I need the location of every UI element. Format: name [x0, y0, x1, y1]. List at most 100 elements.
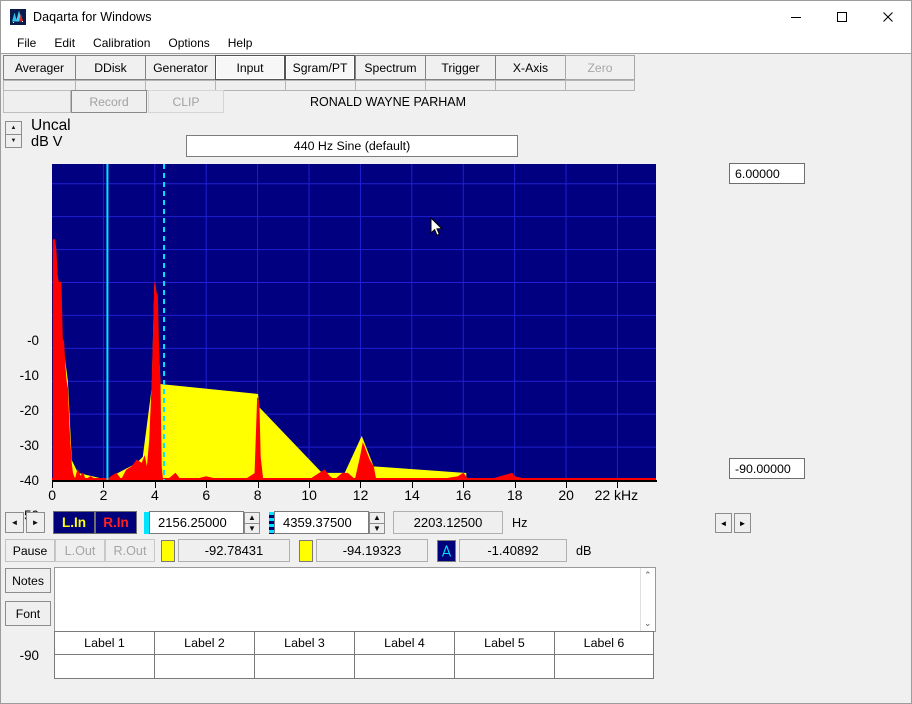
cursor-b-up-icon[interactable]: ▲ — [369, 512, 385, 523]
maximize-icon[interactable] — [819, 1, 865, 32]
cursor-b-frequency-input[interactable]: 4359.37500 — [274, 511, 369, 534]
font-button[interactable]: Font — [5, 601, 51, 626]
y-tick-label: -10 — [20, 369, 39, 382]
window-controls — [773, 1, 911, 32]
cursor-next-icon[interactable]: ► — [26, 512, 45, 533]
status-blank-field[interactable] — [3, 90, 71, 113]
delta-amplitude-value: -1.40892 — [459, 539, 567, 562]
cursor-readout-row-freq: ◄ ► L.In R.In 2156.25000 ▲ ▼ 4359.37500 … — [5, 511, 527, 535]
cursor-b-amp-marker-icon — [299, 540, 313, 562]
menu-item-calibration[interactable]: Calibration — [85, 34, 158, 52]
label-value-6[interactable] — [554, 655, 654, 679]
label-value-2[interactable] — [154, 655, 254, 679]
cursor-a-up-icon[interactable]: ▲ — [244, 512, 260, 523]
record-row: Record CLIP RONALD WAYNE PARHAM — [3, 90, 909, 114]
tab-sgram-pt[interactable]: Sgram/PT — [285, 55, 355, 80]
label-value-4[interactable] — [354, 655, 454, 679]
y-axis-min-input[interactable]: -90.00000 — [729, 458, 805, 479]
registered-user: RONALD WAYNE PARHAM — [228, 90, 548, 113]
label-grid: Label 1 Label 2 Label 3 Label 4 Label 5 … — [54, 631, 654, 679]
label-header-row: Label 1 Label 2 Label 3 Label 4 Label 5 … — [54, 631, 654, 655]
tab-input[interactable]: Input — [215, 55, 285, 80]
scroll-up-icon[interactable]: ⌃ — [644, 570, 652, 581]
cursor-a-amplitude-value: -92.78431 — [178, 539, 290, 562]
y-tick-label: -0 — [27, 334, 39, 347]
scroll-down-icon[interactable]: ⌄ — [644, 618, 652, 629]
generator-title-field[interactable]: 440 Hz Sine (default) — [186, 135, 518, 157]
x-tick-label: 12 — [353, 487, 369, 503]
calibration-line1: Uncal — [31, 118, 71, 135]
tab-strip: Averager DDisk Generator Input Sgram/PT … — [1, 53, 911, 91]
cursor-readout-row-amp: Pause L.Out R.Out -92.78431 -94.19323 -1… — [5, 539, 591, 563]
tab-x-axis[interactable]: X-Axis — [495, 55, 565, 80]
y-axis: -0 -10 -20 -30 -40 -50 -60 -70 -80 -90 — [1, 164, 49, 484]
cursor-b-down-icon[interactable]: ▼ — [369, 523, 385, 534]
pan-left-icon[interactable]: ◄ — [715, 513, 732, 533]
cursor-b-stepper[interactable]: ▲ ▼ — [369, 512, 385, 534]
channel-right-in-button[interactable]: R.In — [95, 511, 137, 534]
spectrum-plot[interactable] — [52, 164, 656, 480]
y-axis-max-input[interactable]: 6.00000 — [729, 163, 805, 184]
label-value-5[interactable] — [454, 655, 554, 679]
y-tick-label: -30 — [20, 439, 39, 452]
label-value-3[interactable] — [254, 655, 354, 679]
menu-item-options[interactable]: Options — [160, 34, 217, 52]
tab-spectrum[interactable]: Spectrum — [355, 55, 425, 80]
label-value-1[interactable] — [54, 655, 154, 679]
record-button[interactable]: Record — [71, 90, 147, 113]
tab-generator[interactable]: Generator — [145, 55, 215, 80]
channel-left-in-button[interactable]: L.In — [53, 511, 95, 534]
cursor-a-stepper[interactable]: ▲ ▼ — [244, 512, 260, 534]
tab-row: Averager DDisk Generator Input Sgram/PT … — [3, 55, 635, 80]
calibration-stepper[interactable]: ▲ ▼ — [5, 121, 22, 148]
cursor-a-frequency-input[interactable]: 2156.25000 — [149, 511, 244, 534]
y-tick-label: -90 — [20, 649, 39, 662]
tab-ddisk[interactable]: DDisk — [75, 55, 145, 80]
tab-trigger[interactable]: Trigger — [425, 55, 495, 80]
frequency-unit-label: Hz — [512, 516, 527, 530]
x-tick-label: 18 — [507, 487, 523, 503]
channel-right-out-button: R.Out — [105, 539, 155, 562]
channel-left-out-button: L.Out — [55, 539, 105, 562]
notes-scrollbar[interactable]: ⌃ ⌄ — [640, 568, 655, 631]
x-tick-label: 14 — [404, 487, 420, 503]
x-tick-label: 20 — [558, 487, 574, 503]
clip-indicator: CLIP — [148, 90, 224, 113]
notes-textarea[interactable]: ⌃ ⌄ — [54, 567, 656, 632]
label-header-4[interactable]: Label 4 — [354, 631, 454, 655]
pan-right-icon[interactable]: ► — [734, 513, 751, 533]
label-header-1[interactable]: Label 1 — [54, 631, 154, 655]
calibration-line2: dB V — [31, 135, 71, 151]
notes-button[interactable]: Notes — [5, 568, 51, 593]
label-header-2[interactable]: Label 2 — [154, 631, 254, 655]
menu-item-file[interactable]: File — [9, 34, 44, 52]
minimize-icon[interactable] — [773, 1, 819, 32]
tab-zero: Zero — [565, 55, 635, 80]
cursor-a-down-icon[interactable]: ▼ — [244, 523, 260, 534]
tab-averager[interactable]: Averager — [3, 55, 75, 80]
daqarta-icon — [10, 9, 26, 25]
x-tick-label: 0 — [48, 487, 56, 503]
window-title: Daqarta for Windows — [33, 10, 152, 24]
pause-button[interactable]: Pause — [5, 539, 55, 562]
label-header-5[interactable]: Label 5 — [454, 631, 554, 655]
x-tick-label: 8 — [254, 487, 262, 503]
spectrum-canvas[interactable] — [52, 164, 656, 480]
label-header-6[interactable]: Label 6 — [554, 631, 654, 655]
menu-item-edit[interactable]: Edit — [46, 34, 83, 52]
cursor-b-amplitude-value: -94.19323 — [316, 539, 428, 562]
x-axis-labels: 0246810121416182022 kHz — [1, 487, 681, 507]
y-tick-label: -40 — [20, 474, 39, 487]
close-icon[interactable] — [865, 1, 911, 32]
x-axis-pan-controls[interactable]: ◄ ► — [715, 513, 753, 533]
x-tick-label: 10 — [301, 487, 317, 503]
label-header-3[interactable]: Label 3 — [254, 631, 354, 655]
calibration-up-icon[interactable]: ▲ — [5, 121, 22, 134]
plot-background — [52, 164, 656, 480]
delta-frequency-value: 2203.12500 — [393, 511, 503, 534]
cursor-nav-buttons[interactable]: ◄ ► — [5, 512, 45, 533]
cursor-prev-icon[interactable]: ◄ — [5, 512, 24, 533]
menu-item-help[interactable]: Help — [220, 34, 261, 52]
calibration-down-icon[interactable]: ▼ — [5, 134, 22, 148]
delta-marker-icon — [437, 540, 456, 562]
